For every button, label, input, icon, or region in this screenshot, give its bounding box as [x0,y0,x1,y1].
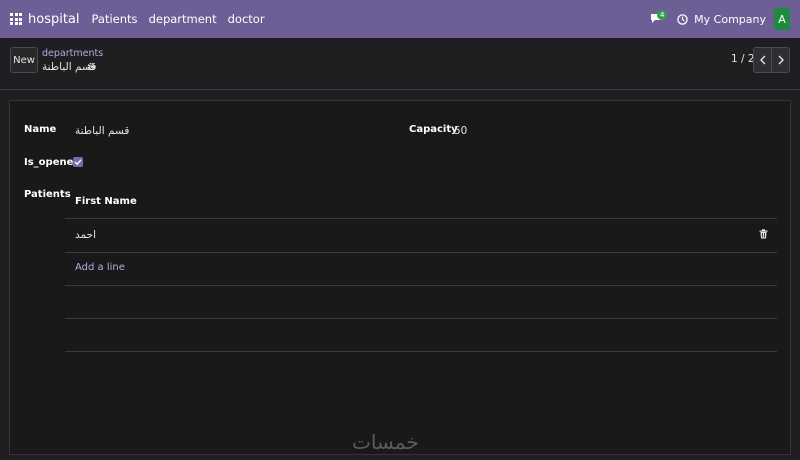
company-switcher[interactable]: My Company [694,13,766,26]
name-field[interactable]: قسم الباطنة [75,125,129,137]
pager-next-button[interactable] [771,47,790,73]
table-divider [65,318,777,319]
table-divider [65,218,777,219]
watermark-logo: خمسات [352,430,419,454]
chevron-right-icon [778,55,784,65]
pager-value[interactable]: 1 / 2 [731,53,755,65]
capacity-field[interactable]: 50 [454,125,467,137]
control-panel: New departments قسم الباطنة 1 / 2 [0,38,800,90]
app-brand[interactable]: hospital [28,12,80,27]
avatar[interactable]: A [774,8,790,30]
table-divider [65,285,777,286]
table-divider [65,351,777,352]
patients-label: Patients [24,189,71,200]
add-line-link[interactable]: Add a line [75,262,125,273]
menu-item-patients[interactable]: Patients [92,12,138,26]
name-label: Name [24,124,57,135]
menu-item-doctor[interactable]: doctor [228,12,265,26]
check-icon [74,159,82,166]
pager-previous-button[interactable] [753,47,772,73]
clock-icon[interactable] [677,13,688,25]
chat-button[interactable]: 4 [647,8,669,30]
chevron-left-icon [759,55,765,65]
column-header-first-name[interactable]: First Name [75,196,137,207]
is-opened-checkbox[interactable] [73,157,83,167]
table-divider [65,252,777,253]
trash-icon[interactable] [759,229,768,239]
capacity-label: Capacity [409,124,458,135]
form-sheet: Name قسم الباطنة Capacity 50 Is_opened P… [9,100,791,455]
top-navbar: hospital Patients department doctor 4 My… [0,0,800,38]
new-button[interactable]: New [10,47,38,73]
table-row[interactable]: احمد [75,229,96,241]
gear-icon[interactable] [87,62,96,71]
navbar-systray: 4 My Company A [647,0,800,38]
menu-item-department[interactable]: department [149,12,217,26]
breadcrumb-departments[interactable]: departments [42,48,103,59]
apps-grid-icon[interactable] [10,13,22,25]
chat-badge: 4 [657,10,668,20]
